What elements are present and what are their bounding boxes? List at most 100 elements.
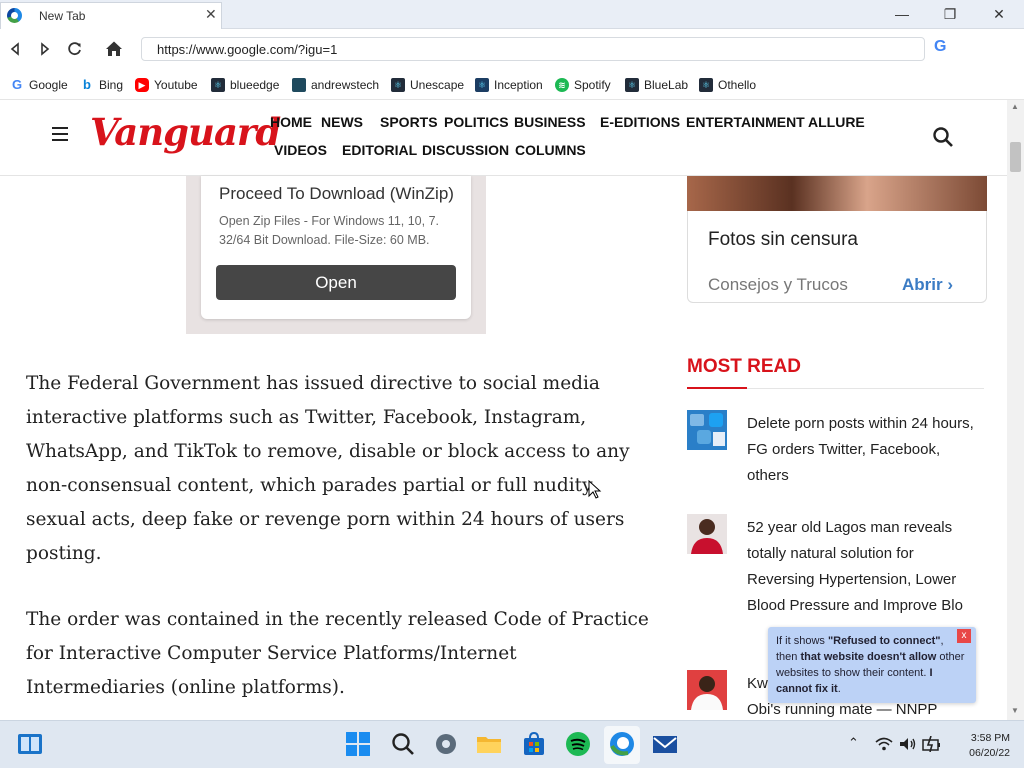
search-icon[interactable] [932,126,954,148]
nav-e-editions[interactable]: E-EDITIONS [600,114,680,130]
nav-business[interactable]: BUSINESS [514,114,586,130]
forward-button[interactable] [34,38,56,60]
scroll-thumb[interactable] [1010,142,1021,172]
home-button[interactable] [103,38,125,60]
nav-editorial[interactable]: EDITORIAL [342,142,417,158]
wifi-icon[interactable] [875,737,893,751]
article-paragraph: The order was contained in the recently … [26,609,649,698]
home-icon [106,41,122,56]
chevron-right-icon: › [947,275,954,294]
clock[interactable]: 3:58 PM 06/20/22 [960,731,1010,761]
bookmark-youtube[interactable]: ▶ Youtube [135,77,198,93]
restore-button[interactable]: ❐ [938,4,962,24]
volume-icon[interactable] [899,737,917,751]
article-paragraph: The Federal Government has issued direct… [26,373,630,564]
twitter-news-thumbnail[interactable] [687,410,727,450]
spotify-icon[interactable] [565,731,591,757]
bookmark-andrewstech[interactable]: andrewstech [292,77,379,93]
divider [747,388,984,389]
promo-open-button[interactable]: Abrir › [902,275,953,295]
back-button[interactable] [4,38,26,60]
bookmark-inception[interactable]: ⚛ Inception [475,77,543,93]
nav-sports[interactable]: SPORTS [380,114,438,130]
promo-card[interactable]: Fotos sin censura Consejos y Trucos Abri… [687,211,987,303]
url-text[interactable]: https://www.google.com/?igu=1 [157,42,337,57]
youtube-icon: ▶ [135,78,149,92]
politician-portrait-thumbnail[interactable] [687,670,727,710]
battery-charging-icon[interactable] [922,736,942,752]
most-read-item[interactable]: 52 year old Lagos man reveals totally na… [747,515,979,619]
bookmark-bing[interactable]: b Bing [80,77,123,93]
tooltip-close-button[interactable]: x [957,629,971,643]
scroll-down-icon[interactable]: ▼ [1011,706,1019,715]
hamburger-menu-icon[interactable] [52,127,68,141]
title-bar: New Tab ✕ — ❐ ✕ [0,0,1024,29]
nav-videos[interactable]: VIDEOS [274,142,327,158]
most-read-underline [687,387,747,389]
react-icon: ⚛ [211,78,225,92]
most-read-item[interactable]: Delete porn posts within 24 hours, FG or… [747,411,979,489]
scroll-up-icon[interactable]: ▲ [1011,102,1019,111]
widgets-icon[interactable] [17,731,43,757]
man-portrait-thumbnail[interactable] [687,514,727,554]
nav-news[interactable]: NEWS [321,114,363,130]
nav-allure[interactable]: ALLURE [808,114,865,130]
back-arrow-icon [10,42,19,56]
browser-tab[interactable]: New Tab ✕ [0,2,222,29]
scrollbar[interactable]: ▲ ▼ [1007,100,1024,720]
promo-title[interactable]: Fotos sin censura [708,229,858,251]
bookmarks-bar: G Google b Bing ▶ Youtube ⚛ blueedge andrews… [0,70,1024,100]
react-icon: ⚛ [699,78,713,92]
minimize-button[interactable]: — [890,4,914,24]
site-logo[interactable]: Vanguard [90,110,281,154]
ad-open-button[interactable]: Open [216,265,456,300]
ad-card: Proceed To Download (WinZip) Open Zip Fi… [201,176,471,319]
bookmark-spotify[interactable]: ≋ Spotify [555,77,611,93]
google-icon[interactable]: G [934,38,946,56]
terminal-icon [292,78,306,92]
nav-discussion[interactable]: DISCUSSION [422,142,509,158]
refused-to-connect-tooltip: If it shows "Refused to connect", then t… [768,627,976,703]
google-icon: G [10,77,24,92]
tab-title: New Tab [39,9,86,23]
promo-subtitle: Consejos y Trucos [708,275,848,294]
edge-logo-icon [7,8,22,23]
bookmark-blueedge[interactable]: ⚛ blueedge [211,77,279,93]
bing-icon: b [80,78,94,92]
store-icon[interactable] [521,731,547,757]
close-window-button[interactable]: ✕ [987,4,1011,24]
ad-description: Open Zip Files - For Windows 11, 10, 7. … [219,214,439,247]
react-icon: ⚛ [475,78,489,92]
mail-icon[interactable] [652,731,678,757]
tooltip-message: If it shows "Refused to connect", then t… [776,635,965,695]
nav-columns[interactable]: COLUMNS [515,142,586,158]
edge-icon[interactable] [609,731,635,757]
bookmark-google[interactable]: G Google [10,77,68,93]
start-icon[interactable] [345,731,371,757]
nav-entertainment[interactable]: ENTERTAINMENT [686,114,805,130]
settings-icon[interactable] [433,731,459,757]
nav-politics[interactable]: POLITICS [444,114,509,130]
mouse-cursor-icon [588,480,602,499]
react-icon: ⚛ [625,78,639,92]
address-bar[interactable]: https://www.google.com/?igu=1 [141,37,925,61]
promo-image[interactable] [687,176,987,211]
nav-home[interactable]: HOME [270,114,312,130]
most-read-heading: MOST READ [687,356,801,377]
search-icon[interactable] [390,731,416,757]
show-hidden-icons-icon[interactable]: ⌃ [848,735,859,751]
navigation-bar: https://www.google.com/?igu=1 G [0,30,1024,67]
site-header: Vanguard HOME NEWS SPORTS POLITICS BUSIN… [0,100,1007,176]
taskbar: ⌃ 3:58 PM 06/20/22 [0,720,1024,768]
reload-icon [68,42,81,56]
react-icon: ⚛ [391,78,405,92]
ad-title[interactable]: Proceed To Download (WinZip) [219,184,454,204]
tab-close-icon[interactable]: ✕ [205,6,217,23]
forward-arrow-icon [41,42,50,56]
bookmark-othello[interactable]: ⚛ Othello [699,77,756,93]
spotify-icon: ≋ [555,78,569,92]
bookmark-bluelab[interactable]: ⚛ BlueLab [625,77,688,93]
reload-button[interactable] [64,38,86,60]
bookmark-unescape[interactable]: ⚛ Unescape [391,77,464,93]
file-explorer-icon[interactable] [476,731,502,757]
